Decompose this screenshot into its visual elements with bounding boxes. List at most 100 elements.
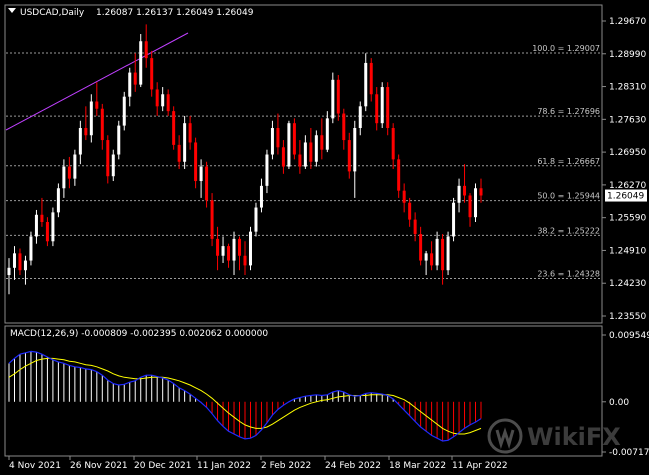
candle-body (128, 72, 132, 97)
candle-body (254, 207, 258, 232)
candle-body (40, 214, 44, 223)
candle-body (353, 128, 357, 172)
candle (183, 115, 187, 169)
fib-level-label: 100.0 = 1.29007 (532, 44, 600, 53)
candle (117, 120, 121, 160)
candle-body (133, 72, 137, 85)
candle-body (402, 190, 406, 203)
candle-body (452, 202, 456, 237)
candle-body (18, 253, 22, 271)
candle-body (166, 94, 170, 112)
date-tick-label: 18 Mar 2022 (389, 461, 446, 471)
candle-body (463, 185, 467, 196)
candle-body (430, 253, 434, 266)
candle-body (183, 123, 187, 162)
candle (452, 197, 456, 242)
candle (56, 183, 60, 218)
price-tick-label: 1.28990 (609, 50, 646, 60)
candle-body (391, 128, 395, 160)
candle-body (435, 238, 439, 266)
date-tick-label: 11 Jan 2022 (197, 461, 251, 471)
candle-body (67, 166, 71, 179)
macd-tick-label: 0.00 (609, 398, 629, 408)
price-tick-label: 1.26270 (609, 181, 646, 191)
candle-body (139, 41, 143, 85)
candle-body (232, 238, 236, 261)
candle-body (89, 101, 93, 136)
candle-body (424, 253, 428, 261)
macd-header: MACD(12,26,9) -0.000809 -0.002395 0.0020… (10, 329, 268, 339)
candle-body (419, 234, 423, 261)
candle (122, 91, 126, 131)
candle-body (457, 185, 461, 203)
candle-body (259, 185, 263, 208)
candle (446, 231, 450, 276)
candle-body (45, 222, 49, 242)
candle-body (336, 79, 340, 114)
candle-body (100, 108, 104, 141)
symbol-label: USDCAD,Daily (20, 8, 85, 18)
candle-body (375, 94, 379, 124)
usdcad-daily-chart[interactable]: USDCAD,Daily 1.26087 1.26137 1.26049 1.2… (0, 0, 649, 475)
candle-body (221, 246, 225, 256)
current-price-label: 1.26049 (607, 192, 644, 202)
candle (292, 118, 296, 160)
price-tick-label: 1.26950 (609, 148, 646, 158)
candle-body (397, 159, 401, 191)
candle-body (238, 238, 242, 256)
candle (194, 137, 198, 189)
candle-body (210, 200, 214, 239)
ohlc-values: 1.26087 1.26137 1.26049 1.26049 (96, 8, 254, 18)
candle-body (56, 188, 60, 213)
candle-body (111, 154, 115, 177)
candle-body (188, 123, 192, 143)
fib-level-label: 78.6 = 1.27696 (537, 107, 600, 116)
candle-body (106, 140, 110, 177)
candle-body (270, 128, 274, 155)
watermark-text: WikiFX (527, 423, 621, 451)
candle (314, 130, 318, 167)
candle-body (216, 238, 220, 256)
candle-body (34, 214, 38, 237)
candle (380, 82, 384, 129)
candle-body (84, 128, 88, 136)
date-tick-label: 24 Feb 2022 (325, 461, 381, 471)
candle (29, 231, 33, 266)
candle-body (446, 236, 450, 271)
candle (172, 106, 176, 150)
date-tick-label: 26 Nov 2021 (70, 461, 128, 471)
candle (331, 72, 335, 124)
candle (254, 202, 258, 237)
candle-body (298, 154, 302, 167)
candle (139, 34, 143, 88)
candle-body (199, 166, 203, 182)
candle (89, 94, 93, 143)
date-tick-label: 2 Feb 2022 (261, 461, 311, 471)
date-tick-label: 20 Dec 2021 (134, 461, 192, 471)
candle-body (95, 101, 99, 109)
candle-body (474, 188, 478, 218)
candle-body (314, 135, 318, 162)
chart-background (0, 0, 649, 475)
candle-body (62, 166, 66, 189)
fib-level-label: 23.6 = 1.24328 (537, 269, 600, 278)
candle (51, 207, 55, 247)
candle-body (144, 41, 148, 59)
price-tick-label: 1.28310 (609, 83, 646, 93)
candle-body (358, 106, 362, 129)
candle-body (23, 260, 27, 271)
price-tick-label: 1.25590 (609, 214, 646, 224)
candle-body (78, 128, 82, 155)
candle-body (172, 111, 176, 145)
candle-body (309, 142, 313, 162)
price-tick-label: 1.29670 (609, 17, 646, 27)
fib-level-label: 50.0 = 1.25944 (537, 192, 600, 201)
candle-body (161, 94, 165, 107)
candle-body (380, 87, 384, 124)
macd-tick-label: 0.009549 (609, 331, 649, 341)
fib-level-label: 61.8 = 1.26667 (537, 157, 600, 166)
candle-body (468, 195, 472, 218)
candle-body (12, 253, 16, 268)
candle (248, 226, 252, 271)
candle-body (369, 62, 373, 95)
